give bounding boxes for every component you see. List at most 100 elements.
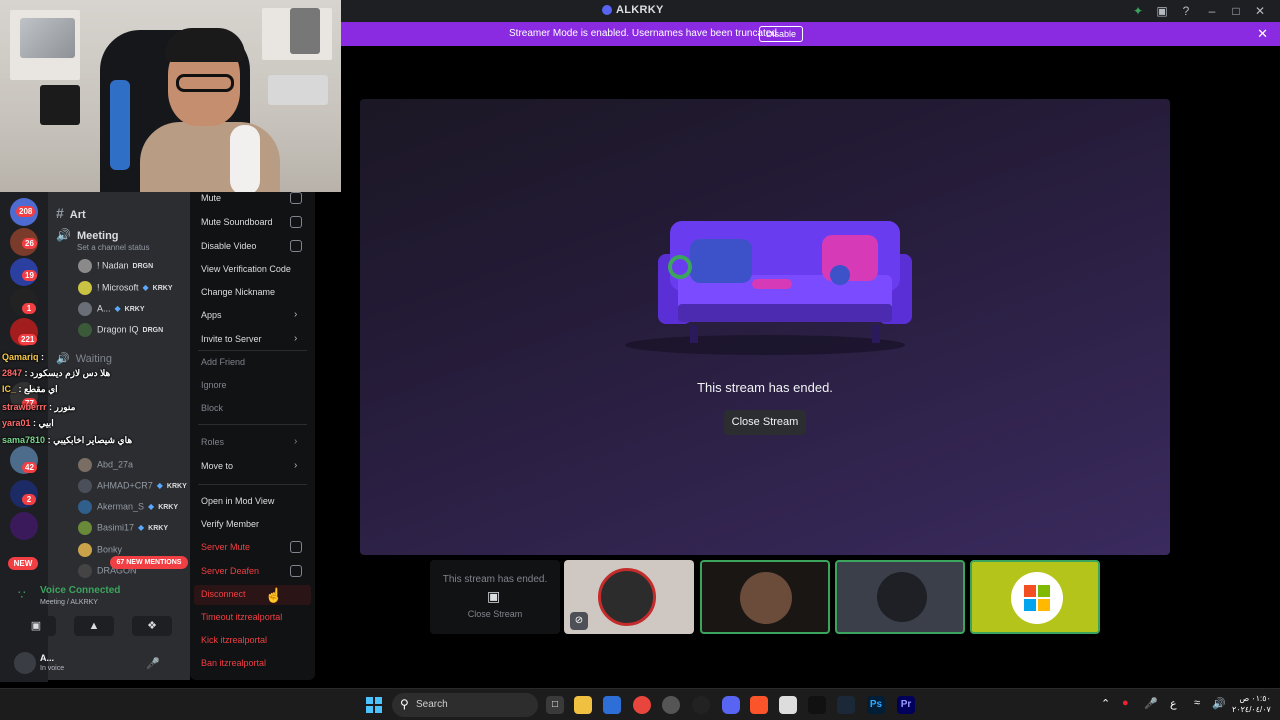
menu-item-timeout[interactable]: Timeout itzrealportal bbox=[201, 612, 282, 622]
brave-icon[interactable] bbox=[750, 696, 768, 714]
server-icon[interactable] bbox=[10, 512, 38, 540]
menu-item-mute-soundboard[interactable]: Mute Soundboard bbox=[201, 217, 273, 227]
couch-illustration bbox=[625, 221, 912, 355]
voice-member[interactable]: AHMAD+CR7 ◆ KRKY bbox=[78, 479, 187, 495]
participant-avatar bbox=[740, 572, 792, 624]
voice-member[interactable]: Abd_27a bbox=[78, 458, 133, 474]
voice-member[interactable]: ! Nadan DRGN bbox=[78, 259, 153, 275]
menu-item-roles[interactable]: Roles bbox=[201, 437, 224, 447]
menu-item-view-verification-code[interactable]: View Verification Code bbox=[201, 264, 291, 274]
server-badge: 2 bbox=[22, 494, 36, 505]
screen-share-button[interactable]: ▲ bbox=[74, 616, 114, 636]
menu-item-open-in-mod-view[interactable]: Open in Mod View bbox=[201, 496, 274, 506]
channel-status[interactable]: Set a channel status bbox=[77, 243, 150, 252]
menu-item-move-to[interactable]: Move to bbox=[201, 461, 233, 471]
stream-thumb-participant-3[interactable] bbox=[835, 560, 965, 634]
menu-item-disconnect[interactable]: Disconnect bbox=[201, 589, 246, 599]
chrome-icon[interactable] bbox=[633, 696, 651, 714]
member-name: Dragon IQ bbox=[97, 324, 139, 335]
minimize-icon[interactable]: – bbox=[1204, 3, 1220, 19]
server-deafen-checkbox[interactable] bbox=[290, 565, 302, 577]
disable-streamer-mode-button[interactable]: Disable bbox=[759, 26, 803, 42]
voice-member[interactable]: ! Microsoft ◆ KRKY bbox=[78, 281, 173, 297]
tray-mic-icon[interactable]: 🎤 bbox=[1144, 697, 1158, 710]
channel-art[interactable]: # Art bbox=[56, 205, 86, 221]
chat-line: Qamariq : bbox=[2, 352, 44, 362]
avatar bbox=[78, 302, 92, 316]
mute-video-icon[interactable]: ⊘ bbox=[570, 612, 588, 630]
mute-soundboard-checkbox[interactable] bbox=[290, 216, 302, 228]
maximize-icon[interactable]: □ bbox=[1228, 3, 1244, 19]
capcut-icon[interactable] bbox=[808, 696, 826, 714]
tray-volume-icon[interactable]: 🔊 bbox=[1212, 697, 1226, 710]
close-stream-button[interactable]: Close Stream bbox=[724, 410, 806, 435]
member-name: ! Microsoft bbox=[97, 282, 139, 293]
stream-thumb-participant-4[interactable] bbox=[970, 560, 1100, 634]
photoshop-icon[interactable]: Ps bbox=[867, 696, 885, 714]
taskbar-search[interactable]: ⚲ Search bbox=[392, 693, 538, 717]
help-icon[interactable]: ? bbox=[1178, 3, 1194, 19]
search-icon: ⚲ bbox=[400, 697, 409, 711]
video-toggle-button[interactable]: ▣ bbox=[16, 616, 56, 636]
obs-icon[interactable] bbox=[662, 696, 680, 714]
server-badge: 208 bbox=[16, 206, 36, 217]
tray-language-icon[interactable]: ع bbox=[1170, 697, 1177, 710]
clock-time: ٠١:٥٠ ص bbox=[1239, 694, 1271, 703]
channel-waiting-label: Waiting bbox=[75, 353, 112, 365]
menu-item-kick[interactable]: Kick itzrealportal bbox=[201, 635, 267, 645]
stream-ended-text: This stream has ended. bbox=[697, 380, 833, 395]
disable-video-checkbox[interactable] bbox=[290, 240, 302, 252]
menu-item-ban[interactable]: Ban itzrealportal bbox=[201, 658, 266, 668]
steam-icon[interactable] bbox=[837, 696, 855, 714]
discord-icon[interactable] bbox=[722, 696, 740, 714]
steam-settings-icon[interactable] bbox=[692, 696, 710, 714]
close-banner-icon[interactable]: ✕ bbox=[1257, 26, 1268, 42]
channel-waiting[interactable]: 🔊 Waiting bbox=[56, 352, 112, 365]
new-unreads-pill[interactable]: NEW bbox=[8, 557, 38, 570]
windows-start-icon[interactable] bbox=[366, 697, 382, 713]
voice-member[interactable]: Akerman_S ◆ KRKY bbox=[78, 500, 178, 516]
microphone-icon[interactable]: 🎤 bbox=[146, 657, 160, 670]
voice-member[interactable]: A... ◆ KRKY bbox=[78, 302, 145, 318]
channel-meeting[interactable]: 🔊 Meeting bbox=[56, 228, 119, 242]
screen-share-icon[interactable]: ▣ bbox=[1154, 3, 1170, 19]
voice-member[interactable]: Basimi17 ◆ KRKY bbox=[78, 521, 168, 537]
menu-item-server-mute[interactable]: Server Mute bbox=[201, 542, 250, 552]
menu-item-server-deafen[interactable]: Server Deafen bbox=[201, 566, 259, 576]
menu-item-verify-member[interactable]: Verify Member bbox=[201, 519, 259, 529]
server-mute-checkbox[interactable] bbox=[290, 541, 302, 553]
system-clock[interactable]: ٠١:٥٠ ص ٢٠٢٤/٠٤/٠٧ bbox=[1232, 693, 1271, 715]
voice-connected-status[interactable]: Voice Connected bbox=[40, 585, 120, 596]
stream-thumb-ended[interactable]: This stream has ended. ▣ Close Stream bbox=[430, 560, 560, 634]
close-window-icon[interactable]: ✕ bbox=[1252, 3, 1268, 19]
menu-item-change-nickname[interactable]: Change Nickname bbox=[201, 287, 275, 297]
task-view-icon[interactable]: □ bbox=[546, 696, 564, 714]
tray-app-icon[interactable]: ● bbox=[1122, 697, 1129, 709]
menu-item-disable-video[interactable]: Disable Video bbox=[201, 241, 256, 251]
chat-text: : هاي شيصاير اخابكيبي bbox=[47, 435, 133, 445]
file-explorer-icon[interactable] bbox=[574, 696, 592, 714]
activities-button[interactable]: ❖ bbox=[132, 616, 172, 636]
menu-item-apps[interactable]: Apps bbox=[201, 310, 222, 320]
notepad-icon[interactable] bbox=[779, 696, 797, 714]
gem-icon: ◆ bbox=[148, 502, 155, 512]
mute-checkbox[interactable] bbox=[290, 192, 302, 204]
premiere-icon[interactable]: Pr bbox=[897, 696, 915, 714]
voice-member[interactable]: Dragon IQ DRGN bbox=[78, 323, 163, 339]
menu-item-mute[interactable]: Mute bbox=[201, 193, 221, 203]
new-mentions-pill[interactable]: 67 NEW MENTIONS bbox=[110, 556, 188, 569]
avatar[interactable] bbox=[14, 652, 36, 674]
store-icon[interactable] bbox=[603, 696, 621, 714]
avatar bbox=[78, 500, 92, 514]
avatar bbox=[78, 479, 92, 493]
stream-thumb-participant-2[interactable] bbox=[700, 560, 830, 634]
title-bar: ALKRKY ✦ ▣ ? – □ ✕ bbox=[340, 0, 1280, 22]
menu-item-invite-to-server[interactable]: Invite to Server bbox=[201, 334, 262, 344]
stream-thumb-participant-1[interactable]: ⊘ bbox=[564, 560, 694, 634]
voice-location[interactable]: Meeting / ALKRKY bbox=[40, 599, 98, 606]
tray-wifi-icon[interactable]: ≈ bbox=[1194, 697, 1200, 709]
thumb-close-stream-button[interactable]: Close Stream bbox=[430, 609, 560, 619]
nitro-leaf-icon[interactable]: ✦ bbox=[1130, 3, 1146, 19]
user-name[interactable]: A... bbox=[40, 653, 54, 663]
tray-chevron-up-icon[interactable]: ⌃ bbox=[1101, 697, 1110, 710]
